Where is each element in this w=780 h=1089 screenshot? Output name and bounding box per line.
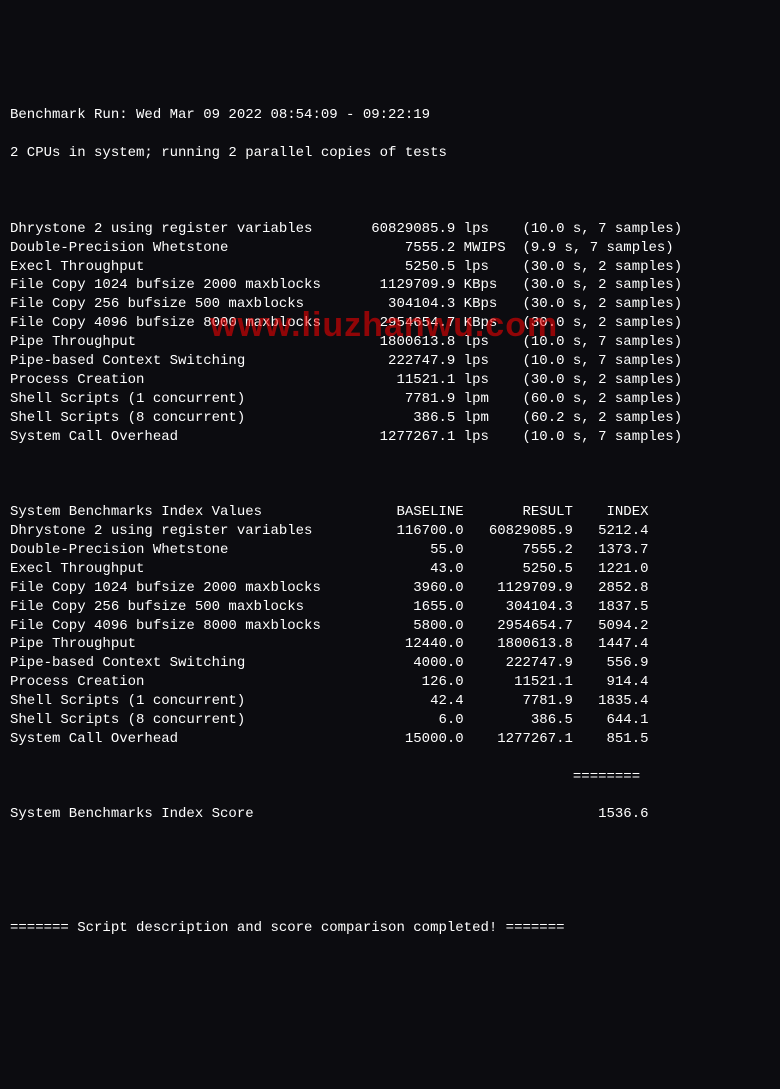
- index-row: Pipe Throughput 12440.0 1800613.8 1447.4: [10, 635, 770, 654]
- footer-line: ======= Script description and score com…: [10, 919, 770, 938]
- index-row: Shell Scripts (1 concurrent) 42.4 7781.9…: [10, 692, 770, 711]
- blank-line: [10, 881, 770, 900]
- result-row: System Call Overhead 1277267.1 lps (10.0…: [10, 428, 770, 447]
- result-row: Execl Throughput 5250.5 lps (30.0 s, 2 s…: [10, 258, 770, 277]
- blank-line: [10, 182, 770, 201]
- index-row: Double-Precision Whetstone 55.0 7555.2 1…: [10, 541, 770, 560]
- index-row: Execl Throughput 43.0 5250.5 1221.0: [10, 560, 770, 579]
- index-row: Pipe-based Context Switching 4000.0 2227…: [10, 654, 770, 673]
- score-line: System Benchmarks Index Score 1536.6: [10, 805, 770, 824]
- terminal-output: { "header": { "line1": "Benchmark Run: W…: [10, 31, 770, 994]
- result-row: File Copy 256 bufsize 500 maxblocks 3041…: [10, 295, 770, 314]
- result-row: Double-Precision Whetstone 7555.2 MWIPS …: [10, 239, 770, 258]
- result-row: Dhrystone 2 using register variables 608…: [10, 220, 770, 239]
- result-row: Shell Scripts (8 concurrent) 386.5 lpm (…: [10, 409, 770, 428]
- index-row: Shell Scripts (8 concurrent) 6.0 386.5 6…: [10, 711, 770, 730]
- index-row: File Copy 4096 bufsize 8000 maxblocks 58…: [10, 617, 770, 636]
- index-row: Dhrystone 2 using register variables 116…: [10, 522, 770, 541]
- blank-line: [10, 465, 770, 484]
- benchmark-run-line: Benchmark Run: Wed Mar 09 2022 08:54:09 …: [10, 106, 770, 125]
- index-row: System Call Overhead 15000.0 1277267.1 8…: [10, 730, 770, 749]
- index-row: Process Creation 126.0 11521.1 914.4: [10, 673, 770, 692]
- result-row: Shell Scripts (1 concurrent) 7781.9 lpm …: [10, 390, 770, 409]
- results-block: Dhrystone 2 using register variables 608…: [10, 220, 770, 447]
- result-row: File Copy 4096 bufsize 8000 maxblocks 29…: [10, 314, 770, 333]
- index-row: File Copy 1024 bufsize 2000 maxblocks 39…: [10, 579, 770, 598]
- result-row: File Copy 1024 bufsize 2000 maxblocks 11…: [10, 276, 770, 295]
- result-row: Pipe-based Context Switching 222747.9 lp…: [10, 352, 770, 371]
- index-row: File Copy 256 bufsize 500 maxblocks 1655…: [10, 598, 770, 617]
- index-block: System Benchmarks Index Values BASELINE …: [10, 503, 770, 749]
- index-header-row: System Benchmarks Index Values BASELINE …: [10, 503, 770, 522]
- result-row: Process Creation 11521.1 lps (30.0 s, 2 …: [10, 371, 770, 390]
- blank-line: [10, 843, 770, 862]
- separator-line: ========: [10, 768, 770, 787]
- cpu-info-line: 2 CPUs in system; running 2 parallel cop…: [10, 144, 770, 163]
- result-row: Pipe Throughput 1800613.8 lps (10.0 s, 7…: [10, 333, 770, 352]
